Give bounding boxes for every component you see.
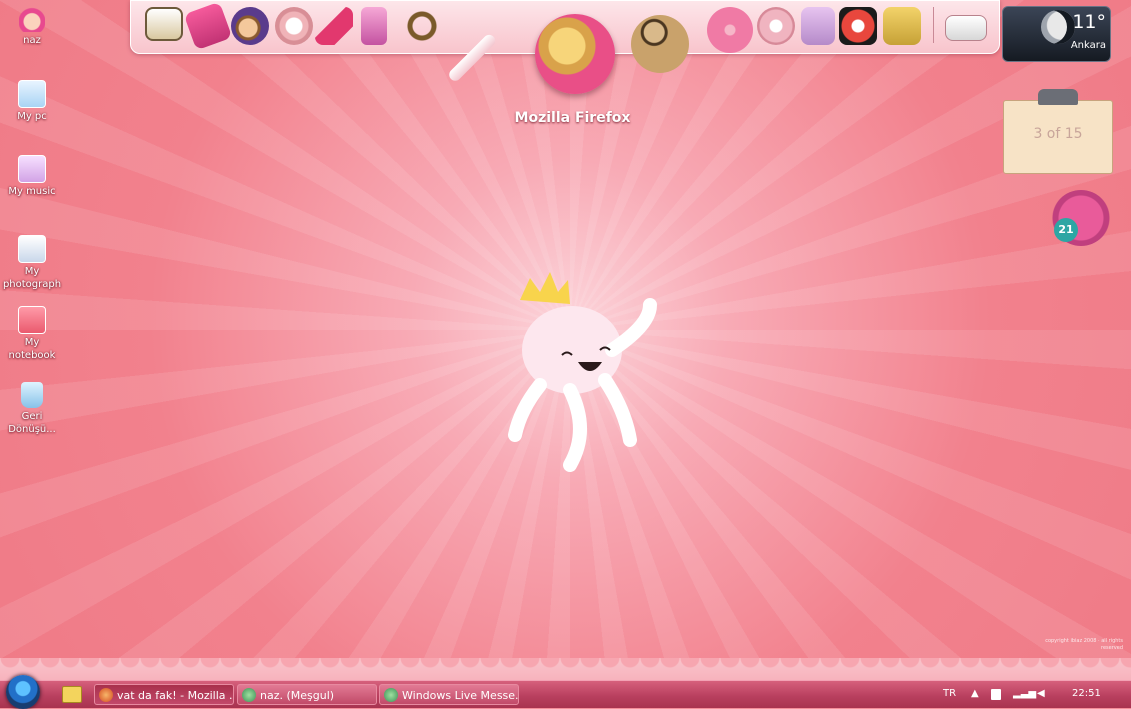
- dock-separator: [933, 7, 934, 43]
- desktop-icon-my-photograph[interactable]: My photograph: [0, 235, 64, 291]
- taskbar-button-label: naz. (Meşgul): [260, 689, 335, 702]
- taskbar-button-label: vat da fak! - Mozilla ...: [117, 689, 234, 702]
- desktop-icon-label: naz: [23, 35, 41, 46]
- quicktime-icon[interactable]: [403, 7, 441, 45]
- start-button[interactable]: [6, 675, 40, 709]
- explorer-icon[interactable]: [62, 686, 82, 703]
- firefox-icon: [99, 688, 113, 702]
- weather-gadget[interactable]: 11° Ankara: [1002, 6, 1111, 62]
- camera-icon: [18, 235, 46, 263]
- desktop-icon-label: My music: [8, 186, 56, 197]
- lipgloss-icon[interactable]: [446, 32, 498, 84]
- recycle-bin-icon: [21, 382, 43, 408]
- notebook-icon: [18, 306, 46, 334]
- five-avatar-icon[interactable]: [231, 7, 269, 45]
- scanner-icon[interactable]: [945, 15, 987, 41]
- desktop-icon-label: My photograph: [2, 266, 62, 290]
- music-icon: [18, 155, 46, 183]
- signal-icon[interactable]: ▂▃▅: [1013, 688, 1036, 699]
- language-indicator[interactable]: TR: [943, 688, 956, 699]
- sims-icon[interactable]: [883, 7, 921, 45]
- taskbar: vat da fak! - Mozilla ... naz. (Meşgul) …: [0, 675, 1131, 709]
- clock-radio-icon[interactable]: [275, 7, 313, 45]
- telephone-icon[interactable]: [757, 7, 795, 45]
- cats-icon[interactable]: [801, 7, 835, 45]
- slideshow-gadget[interactable]: 3 of 15: [1003, 89, 1113, 174]
- desktop-icon-recycle-bin[interactable]: Geri Dönüşü...: [0, 382, 64, 436]
- moon-icon: [1041, 10, 1075, 44]
- messenger-icon: [242, 688, 256, 702]
- desktop-icon-user[interactable]: naz: [0, 6, 64, 47]
- desktop-background: naz My pc My music My photograph My note…: [0, 0, 1131, 680]
- desktop-screen-icon[interactable]: [145, 7, 183, 41]
- taskbar-button-windows-live-messenger[interactable]: Windows Live Messe...: [379, 684, 519, 705]
- desktop-icon-my-music[interactable]: My music: [0, 155, 64, 198]
- jellyfish-illustration: [508, 272, 657, 472]
- wave-border: [0, 658, 1131, 680]
- taskbar-button-messenger-chat[interactable]: naz. (Meşgul): [237, 684, 377, 705]
- show-hidden-icons-icon[interactable]: ▲: [971, 688, 979, 699]
- messenger-icon[interactable]: [631, 15, 689, 73]
- d-logo-icon[interactable]: [839, 7, 877, 45]
- crown-icon: [520, 272, 570, 304]
- girl-icon: [19, 6, 45, 32]
- clip-icon: [1038, 89, 1078, 105]
- taskbar-button-label: Windows Live Messe...: [402, 689, 519, 702]
- calendar-day: 21: [1054, 218, 1078, 242]
- lego-brick-icon[interactable]: [183, 1, 233, 51]
- phone-icon[interactable]: [361, 7, 387, 45]
- desktop-icon-label: Geri Dönüşü...: [8, 411, 56, 435]
- computer-icon: [18, 80, 46, 108]
- slideshow-counter: 3 of 15: [1033, 126, 1083, 142]
- desktop-icon-label: My notebook: [8, 337, 56, 361]
- desktop-icon-my-notebook[interactable]: My notebook: [0, 306, 64, 362]
- firefox-icon[interactable]: [535, 14, 615, 94]
- taskbar-button-firefox[interactable]: vat da fak! - Mozilla ...: [94, 684, 234, 705]
- calendar-gadget[interactable]: 21: [1052, 190, 1110, 246]
- network-icon[interactable]: [991, 689, 1001, 700]
- messenger-icon: [384, 688, 398, 702]
- disc-icon[interactable]: [707, 7, 753, 53]
- system-tray: TR ▲ ▂▃▅ ◀ 22:51: [931, 681, 1131, 708]
- desktop-icon-my-pc[interactable]: My pc: [0, 80, 64, 123]
- weather-city: Ankara: [1070, 40, 1106, 51]
- high-heel-icon[interactable]: [315, 7, 353, 45]
- weather-temperature: 11°: [1072, 11, 1106, 33]
- volume-icon[interactable]: ◀: [1037, 688, 1045, 699]
- desktop-icon-label: My pc: [17, 111, 47, 122]
- clock[interactable]: 22:51: [1072, 688, 1101, 699]
- dock-hover-label: Mozilla Firefox: [514, 110, 631, 126]
- wallpaper-copyright: copyright ibiaz 2008 · all rights reserv…: [1045, 638, 1123, 651]
